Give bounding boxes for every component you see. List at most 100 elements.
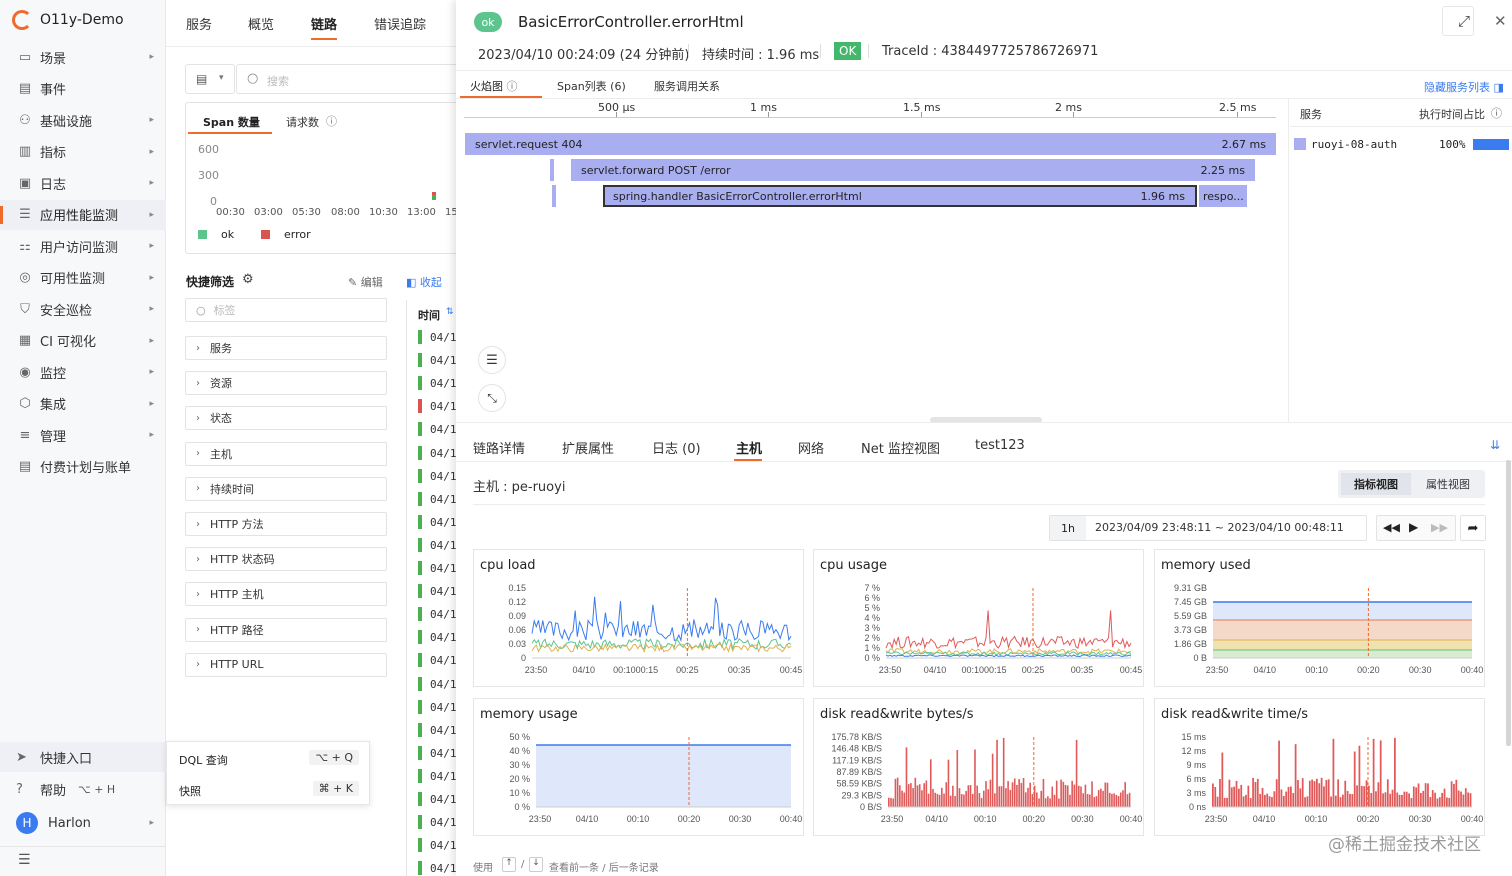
table-row[interactable]: 04/1	[430, 770, 457, 783]
filter-group[interactable]: › HTTP 状态码	[185, 547, 387, 572]
span-bar-servlet-request[interactable]: servlet.request 404 2.67 ms	[465, 133, 1276, 155]
filter-search-input[interactable]: ○ 标签	[185, 298, 387, 322]
tab-service-map[interactable]: 服务调用关系	[654, 78, 720, 94]
filter-group[interactable]: › 主机	[185, 441, 387, 466]
bottom-tab[interactable]: 扩展属性	[562, 438, 614, 457]
table-row[interactable]: 04/1	[430, 470, 457, 483]
span-bar-spring-handler[interactable]: spring.handler BasicErrorController.erro…	[603, 185, 1197, 207]
bottom-tab[interactable]: 链路详情	[473, 438, 525, 457]
nav-tab-overview[interactable]: 概览	[248, 14, 274, 33]
sort-icon[interactable]: ⇅	[446, 307, 454, 317]
filter-group[interactable]: › 持续时间	[185, 476, 387, 501]
filter-group[interactable]: › HTTP 路径	[185, 617, 387, 642]
tab-span-list[interactable]: Span列表 (6)	[557, 78, 626, 94]
table-row[interactable]: 04/1	[430, 562, 457, 575]
table-row[interactable]: 04/1	[430, 654, 457, 667]
span-bar-response[interactable]: respo...	[1199, 185, 1247, 207]
menu-icon[interactable]: ☰	[18, 852, 31, 868]
sidebar-item[interactable]: ▤ 事件	[0, 74, 166, 104]
filter-group[interactable]: › 状态	[185, 406, 387, 431]
table-row[interactable]: 04/1	[430, 585, 457, 598]
filter-group[interactable]: › HTTP 主机	[185, 582, 387, 607]
filter-group[interactable]: › 资源	[185, 371, 387, 396]
bottom-tab[interactable]: 日志 (0)	[652, 438, 701, 457]
metric-view-button[interactable]: 指标视图	[1341, 473, 1411, 495]
table-row[interactable]: 04/1	[430, 400, 457, 413]
table-row[interactable]: 04/1	[430, 331, 457, 344]
tab-flame-graph[interactable]: 火焰图 ⓘ	[470, 78, 518, 94]
bottom-tab[interactable]: test123	[975, 438, 1025, 453]
table-row[interactable]: 04/1	[430, 377, 457, 390]
time-range-preset[interactable]: 1h	[1050, 516, 1086, 540]
tab-span-count[interactable]: Span 数量	[203, 114, 260, 130]
table-row[interactable]: 04/1	[430, 793, 457, 806]
nav-tab-traces[interactable]: 链路	[311, 14, 337, 33]
table-row[interactable]: 04/1	[430, 701, 457, 714]
sidebar-item[interactable]: ⬡ 集成 ▸	[0, 389, 166, 419]
collapse-button[interactable]: ◧ 收起	[406, 274, 442, 290]
quick-entry[interactable]: ➤ 快捷入口	[0, 742, 166, 772]
bottom-tab[interactable]: 网络	[798, 438, 824, 457]
user-menu[interactable]: H Harlon ▸	[0, 808, 166, 838]
sidebar-item[interactable]: ▦ CI 可视化 ▸	[0, 326, 166, 356]
scrollbar[interactable]	[1506, 460, 1511, 746]
table-row[interactable]: 04/1	[430, 354, 457, 367]
table-row[interactable]: 04/1	[430, 724, 457, 737]
table-row[interactable]: 04/1	[430, 816, 457, 829]
table-row[interactable]: 04/1	[430, 493, 457, 506]
time-range-picker[interactable]: 1h 2023/04/09 23:48:11 ~ 2023/04/10 00:4…	[1049, 515, 1367, 541]
gear-icon[interactable]: ⚙	[242, 272, 254, 287]
table-row[interactable]: 04/1	[430, 608, 457, 621]
sidebar-item[interactable]: ◎ 可用性监测 ▸	[0, 263, 166, 293]
span-bar-servlet-forward[interactable]: servlet.forward POST /error 2.25 ms	[571, 159, 1255, 181]
table-row[interactable]: 04/1	[430, 631, 457, 644]
trace-id[interactable]: TraceId : 4384497725786726971	[882, 44, 1098, 59]
sidebar-item[interactable]: ▥ 指标 ▸	[0, 137, 166, 167]
bottom-tab[interactable]: Net 监控视图	[861, 438, 940, 457]
workspace-header[interactable]: O11y-Demo	[12, 10, 124, 30]
bottom-tab[interactable]: 主机	[736, 438, 762, 457]
sidebar-item[interactable]: ⚏ 用户访问监测 ▸	[0, 231, 166, 261]
table-row[interactable]: 04/1	[430, 839, 457, 852]
table-row[interactable]: 04/1	[430, 516, 457, 529]
sidebar-item[interactable]: ⚇ 基础设施 ▸	[0, 105, 166, 135]
service-name[interactable]: ruoyi-08-auth	[1311, 138, 1397, 151]
table-row[interactable]: 04/1	[430, 678, 457, 691]
sidebar-item[interactable]: ⛉ 安全巡检 ▸	[0, 294, 166, 324]
nav-tab-services[interactable]: 服务	[186, 14, 212, 33]
sidebar-item[interactable]: ≡ 管理 ▸	[0, 420, 166, 450]
filter-group[interactable]: › HTTP URL	[185, 652, 387, 677]
menu-item-dql[interactable]: DQL 查询	[179, 752, 228, 768]
edit-button[interactable]: ✎ 编辑	[348, 274, 383, 290]
table-row[interactable]: 04/1	[430, 862, 457, 875]
collapse-panel-icon[interactable]: ⇊	[1490, 438, 1500, 452]
search-input[interactable]: ○ 搜索	[236, 64, 466, 94]
sidebar-item[interactable]: ◉ 监控 ▸	[0, 357, 166, 387]
menu-item-snapshot[interactable]: 快照	[179, 783, 201, 799]
table-row[interactable]: 04/1	[430, 447, 457, 460]
table-row[interactable]: 04/1	[430, 423, 457, 436]
hide-service-list-button[interactable]: 隐藏服务列表 ◨	[1424, 79, 1504, 95]
forward-icon[interactable]: ▶▶	[1431, 521, 1448, 534]
sidebar-item[interactable]: ▣ 日志 ▸	[0, 168, 166, 198]
y-tick-label: 6 %	[864, 593, 880, 603]
table-row[interactable]: 04/1	[430, 539, 457, 552]
help[interactable]: ? 帮助 ⌥ + H	[0, 774, 166, 804]
table-row[interactable]: 04/1	[430, 747, 457, 760]
sidebar-item[interactable]: ▭ 场景 ▸	[0, 42, 166, 72]
sidebar-item[interactable]: ▤ 付费计划与账单	[0, 452, 166, 482]
tab-request-count[interactable]: 请求数	[286, 114, 319, 130]
attribute-view-button[interactable]: 属性视图	[1413, 473, 1483, 495]
list-toggle-icon[interactable]: ☰	[478, 346, 506, 374]
shrink-icon[interactable]: ⤡	[478, 384, 506, 412]
nav-tab-errors[interactable]: 错误追踪	[374, 14, 426, 33]
filter-group[interactable]: › HTTP 方法	[185, 512, 387, 536]
rewind-icon[interactable]: ◀◀	[1383, 521, 1400, 534]
play-icon[interactable]: ▶	[1409, 520, 1418, 534]
view-selector[interactable]: ▤ ▾	[185, 64, 235, 94]
close-icon[interactable]: ✕	[1494, 12, 1507, 30]
sidebar-item[interactable]: ☰ 应用性能监测 ▸	[0, 199, 166, 230]
column-header-time[interactable]: 时间	[418, 307, 440, 323]
share-icon[interactable]: ➦	[1460, 515, 1486, 541]
filter-group[interactable]: › 服务	[185, 336, 387, 360]
